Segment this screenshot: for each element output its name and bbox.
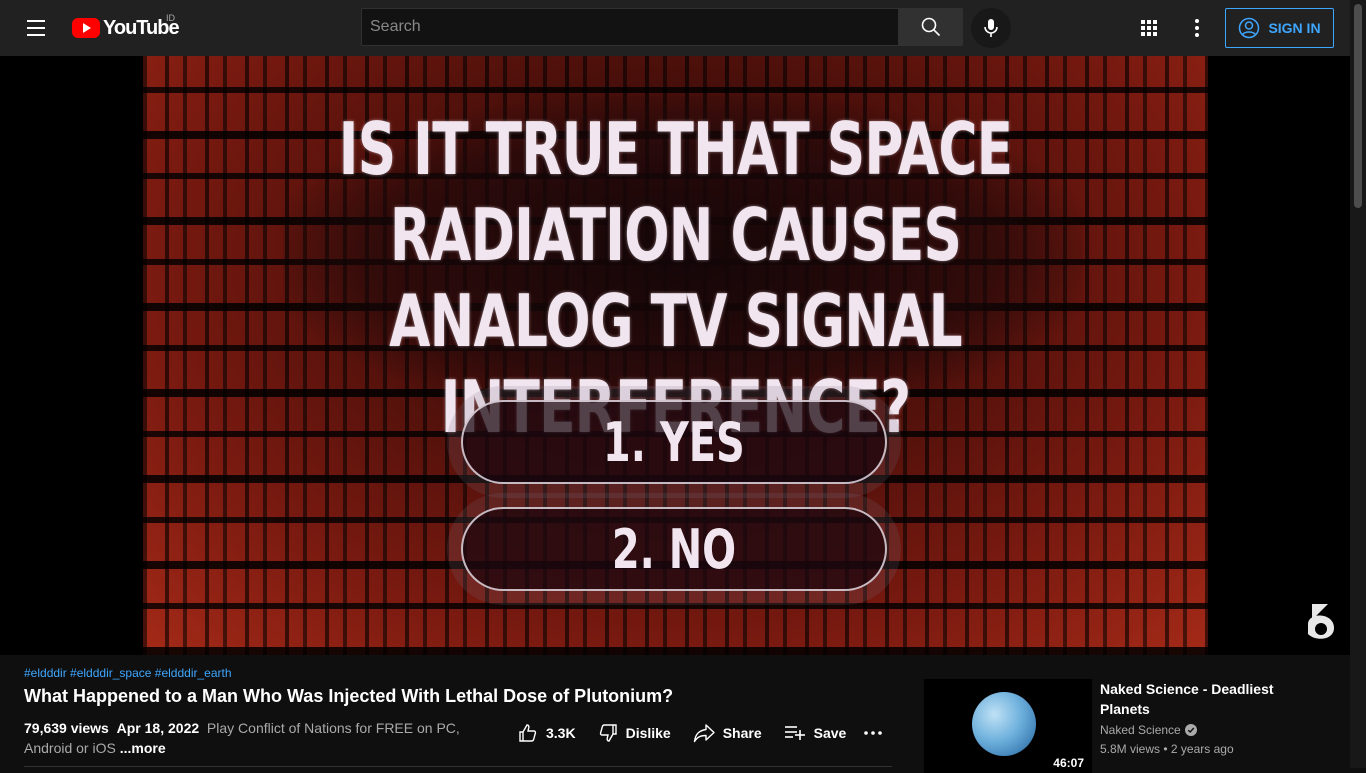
hashtag-link[interactable]: #eldddir	[24, 666, 67, 680]
video-title: What Happened to a Man Who Was Injected …	[24, 686, 674, 706]
recommended-thumbnail[interactable]: 46:07	[924, 679, 1092, 773]
view-count: 79,639 views	[24, 720, 109, 736]
apps-grid-icon	[1141, 20, 1157, 36]
divider	[24, 766, 892, 767]
search-input[interactable]	[362, 9, 898, 45]
menu-icon[interactable]	[18, 10, 54, 46]
share-button[interactable]: Share	[693, 723, 762, 743]
voice-search-button[interactable]	[971, 8, 1011, 48]
recommended-meta: 5.8M views • 2 years ago	[1100, 742, 1234, 756]
settings-more-button[interactable]	[1177, 8, 1217, 48]
recommended-title[interactable]: Naked Science - Deadliest Planets	[1100, 679, 1300, 719]
share-label: Share	[722, 725, 762, 741]
channel-watermark-icon[interactable]	[1302, 598, 1340, 646]
sign-in-label: SIGN IN	[1268, 20, 1321, 36]
hashtags: #eldddir #eldddir_space #eldddir_earth	[24, 666, 232, 680]
page-scrollbar[interactable]	[1350, 0, 1366, 768]
video-actions: 3.3K Dislike Share Save	[518, 716, 883, 750]
like-count: 3.3K	[546, 725, 576, 741]
hashtag-link[interactable]: #eldddir_earth	[155, 666, 232, 680]
horizontal-dots-icon	[864, 731, 883, 735]
search-icon	[921, 17, 941, 37]
youtube-logo[interactable]: YouTube	[72, 14, 180, 42]
top-bar: YouTube ID SIGN IN	[0, 0, 1350, 56]
quiz-question: IS IT TRUE THAT SPACE RADIATION CAUSES A…	[338, 107, 1013, 449]
apps-button[interactable]	[1129, 8, 1169, 48]
microphone-icon	[984, 19, 998, 37]
vertical-dots-icon	[1195, 19, 1199, 37]
thumbs-down-icon	[599, 724, 617, 742]
search-button[interactable]	[899, 8, 963, 46]
playlist-add-icon	[784, 726, 805, 740]
video-duration: 46:07	[1049, 755, 1088, 771]
quiz-option-no-label: 2. NO	[611, 517, 737, 581]
hashtag-link[interactable]: #eldddir_space	[70, 666, 151, 680]
video-description[interactable]: 79,639 views Apr 18, 2022 Play Conflict …	[24, 718, 484, 758]
video-frame: IS IT TRUE THAT SPACE RADIATION CAUSES A…	[143, 56, 1208, 655]
dislike-label: Dislike	[625, 725, 671, 741]
account-icon	[1239, 17, 1260, 39]
more-actions-button[interactable]	[864, 731, 883, 735]
share-icon	[693, 724, 715, 743]
upload-date: Apr 18, 2022	[116, 720, 200, 736]
verified-icon	[1184, 724, 1197, 736]
scrollbar-thumb[interactable]	[1354, 4, 1362, 208]
recommended-channel[interactable]: Naked Science	[1100, 723, 1197, 737]
sign-in-button[interactable]: SIGN IN	[1225, 8, 1334, 48]
planet-image	[972, 692, 1036, 756]
like-button[interactable]: 3.3K	[518, 723, 576, 743]
search-box	[361, 8, 899, 46]
save-button[interactable]: Save	[784, 724, 847, 742]
video-player[interactable]: IS IT TRUE THAT SPACE RADIATION CAUSES A…	[0, 56, 1350, 655]
recommended-video[interactable]: 46:07 Naked Science - Deadliest Planets …	[924, 679, 1334, 773]
country-code: ID	[166, 13, 175, 23]
quiz-option-yes-label: 1. YES	[603, 410, 745, 474]
youtube-play-icon	[72, 18, 100, 38]
recommended-age: 2 years ago	[1170, 742, 1234, 756]
dislike-button[interactable]: Dislike	[598, 723, 671, 743]
quiz-option-no: 2. NO	[461, 507, 887, 591]
thumbs-up-icon	[519, 724, 537, 742]
show-more-link[interactable]: ...more	[120, 740, 166, 756]
recommended-views: 5.8M views	[1100, 742, 1161, 756]
save-label: Save	[813, 725, 847, 741]
quiz-option-yes: 1. YES	[461, 400, 887, 484]
channel-name: Naked Science	[1100, 723, 1181, 737]
